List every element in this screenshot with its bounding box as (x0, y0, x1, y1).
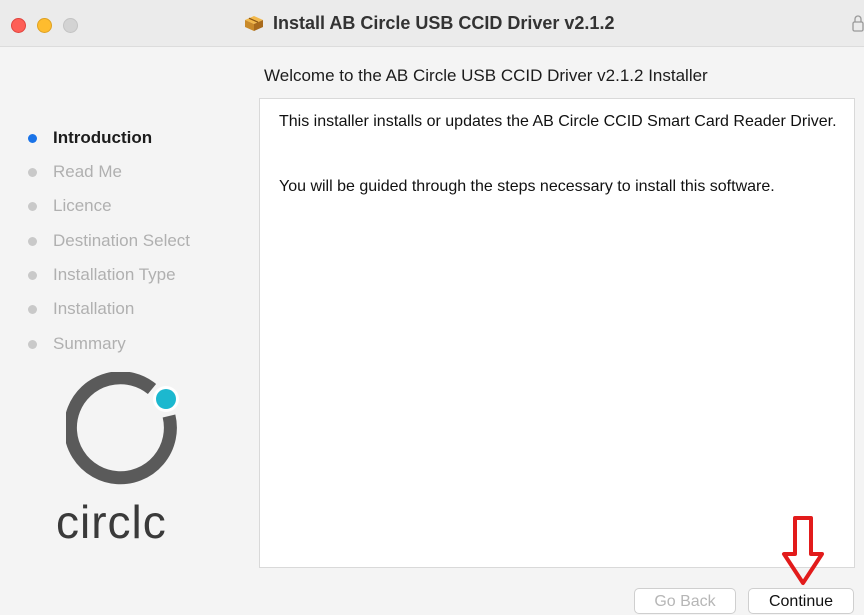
step-label: Introduction (53, 128, 153, 147)
step-label: Installation (53, 299, 135, 318)
step-label: Read Me (53, 162, 122, 181)
maximize-window-button[interactable] (63, 18, 78, 33)
guide-paragraph: You will be guided through the steps nec… (279, 178, 775, 195)
step-bullet (28, 202, 37, 211)
step-read-me: Read Me (0, 162, 240, 184)
intro-paragraph: This installer installs or updates the A… (279, 113, 837, 130)
step-bullet (28, 237, 37, 246)
package-icon (245, 16, 263, 31)
close-window-button[interactable] (11, 18, 26, 33)
step-bullet (28, 168, 37, 177)
step-label: Summary (53, 334, 126, 353)
minimize-window-button[interactable] (37, 18, 52, 33)
circle-logo (66, 372, 179, 485)
content-panel: This installer installs or updates the A… (259, 98, 855, 568)
continue-button[interactable]: Continue (748, 588, 854, 614)
page-heading: Welcome to the AB Circle USB CCID Driver… (264, 66, 708, 85)
step-summary: Summary (0, 334, 240, 356)
logo-wordmark: circlc (56, 496, 167, 548)
lock-icon[interactable] (852, 14, 864, 32)
down-arrow-icon (782, 516, 824, 585)
step-bullet (28, 271, 37, 280)
step-bullet (28, 134, 37, 143)
title-bar: Install AB Circle USB CCID Driver v2.1.2 (0, 0, 864, 47)
step-destination-select: Destination Select (0, 231, 240, 253)
step-label: Destination Select (53, 231, 191, 250)
step-licence: Licence (0, 196, 240, 218)
step-installation: Installation (0, 299, 240, 321)
step-bullet (28, 305, 37, 314)
go-back-button[interactable]: Go Back (634, 588, 736, 614)
step-label: Installation Type (53, 265, 176, 284)
step-introduction: Introduction (0, 128, 240, 150)
step-installation-type: Installation Type (0, 265, 240, 287)
step-bullet (28, 340, 37, 349)
step-label: Licence (53, 196, 112, 215)
window-title: Install AB Circle USB CCID Driver v2.1.2 (273, 13, 615, 33)
